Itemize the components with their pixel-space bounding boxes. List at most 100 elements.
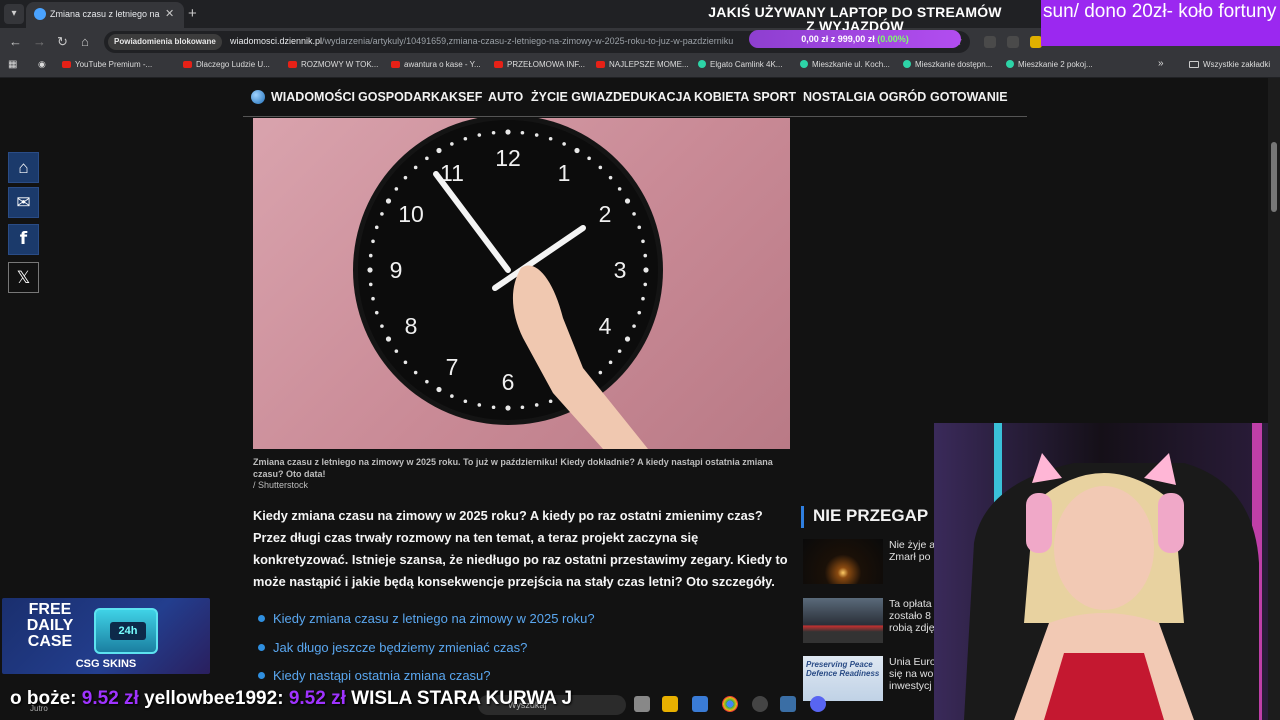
clock-tick [562, 142, 566, 146]
toc-link-2[interactable]: Jak długo jeszcze będziemy zmieniać czas… [258, 640, 527, 655]
back-icon[interactable]: ← [9, 34, 22, 49]
site-icon [1006, 60, 1014, 68]
stream-goal-percent: (0.00%) [877, 34, 909, 44]
clock-tick [491, 130, 496, 135]
clock-tick [380, 212, 384, 216]
clock-tick [624, 198, 631, 204]
bullet-icon [258, 672, 265, 679]
clock-numeral: 8 [405, 313, 418, 339]
clock-tick [436, 147, 442, 154]
case-ad-text: FREE DAILY CASE [26, 601, 74, 650]
stream-goal-title: JAKIŚ UŻYWANY LAPTOP DO STREAMÓW Z WYJAZ… [708, 4, 1002, 34]
traffic-camera-thumbnail[interactable] [803, 598, 883, 643]
clock-tick [617, 349, 622, 353]
clock-tick [608, 175, 613, 180]
bookmark-item[interactable]: Mieszkanie ul. Koch... [800, 60, 890, 74]
bookmark-item[interactable]: YouTube Premium -... [62, 60, 152, 74]
bookmark-label: Elgato Camlink 4K... [710, 60, 783, 69]
chrome-icon[interactable]: ◉ [38, 59, 46, 73]
clock-tick [413, 370, 418, 375]
candle-thumbnail[interactable] [803, 539, 883, 584]
bookmark-label: awantura o kase - Y... [404, 60, 481, 69]
reload-icon[interactable]: ↻ [57, 34, 68, 50]
bookmark-label: PRZEŁOMOWA INF... [507, 60, 585, 69]
home-icon[interactable]: ⌂ [81, 34, 89, 49]
bookmark-item[interactable]: ROZMOWY W TOK... [288, 60, 378, 74]
clock-tick [574, 147, 580, 154]
clock-tick [598, 370, 603, 375]
nav-item-ogrod[interactable]: OGRÓD [879, 90, 926, 104]
forward-icon[interactable]: → [33, 34, 46, 49]
stream-goal-amount: 0,00 zł z 999,00 zł [801, 34, 875, 44]
clock-tick [463, 399, 468, 404]
csgoskins-ad: FREE DAILY CASE 24h CSG SKINS [2, 598, 210, 674]
clock-tick [641, 296, 645, 301]
site-navigation: WIADOMOŚCI GOSPODARKA KSEF AUTO ŻYCIE GW… [243, 78, 1027, 117]
clock-tick [637, 225, 642, 230]
clock-tick [413, 165, 418, 170]
site-favicon-icon [34, 8, 46, 20]
email-share-button[interactable]: ✉ [8, 187, 39, 218]
tab-search-chevron-icon[interactable]: ▾ [4, 4, 24, 24]
nav-item-nostalgia[interactable]: NOSTALGIA [803, 90, 876, 104]
all-bookmarks-folder[interactable]: Wszystkie zakładki [1189, 60, 1270, 74]
clock-tick [587, 156, 591, 161]
nav-item-kobieta[interactable]: KOBIETA [694, 90, 749, 104]
clock-tick [491, 405, 496, 410]
globe-logo-icon[interactable] [251, 90, 265, 104]
clock-numeral: 3 [614, 257, 627, 283]
nav-item-gotowanie[interactable]: GOTOWANIE [930, 90, 1008, 104]
more-bookmarks-chevron-icon[interactable]: » [1158, 58, 1164, 72]
chat-amount: 9.52 zł [288, 688, 346, 709]
nav-item-auto[interactable]: AUTO [488, 90, 523, 104]
bookmark-label: YouTube Premium -... [75, 60, 153, 69]
bookmark-item[interactable]: PRZEŁOMOWA INF... [494, 60, 585, 74]
nav-item-edukacja[interactable]: EDUKACJA [622, 90, 691, 104]
home-share-button[interactable]: ⌂ [8, 152, 39, 183]
clock-tick [624, 336, 631, 342]
bookmark-label: ROZMOWY W TOK... [301, 60, 379, 69]
stream-goal-progress-bar: 0,00 zł z 999,00 zł (0.00%) [749, 30, 961, 48]
clock-numeral: 4 [599, 313, 612, 339]
headphone-left [1026, 493, 1052, 553]
page-scrollbar[interactable] [1268, 78, 1280, 720]
chat-prefix: o boże: [10, 688, 77, 709]
clock-tick [632, 212, 636, 216]
bookmark-item[interactable]: Mieszkanie dostępn... [903, 60, 992, 74]
toc-link-3[interactable]: Kiedy nastąpi ostatnia zmiana czasu? [258, 668, 491, 683]
sidebar-item-text[interactable]: Ta opłata zostało 8 robią zdję [889, 598, 937, 634]
clock-tick [643, 267, 649, 273]
nav-item-wiadomosci[interactable]: WIADOMOŚCI [271, 90, 355, 104]
x-logo-icon: 𝕏 [16, 268, 31, 287]
bookmark-label: Mieszkanie 2 pokoj... [1018, 60, 1093, 69]
apps-grid-icon[interactable]: ▦ [8, 59, 17, 73]
close-tab-icon[interactable]: ✕ [165, 7, 174, 20]
image-source: / Shutterstock [253, 480, 309, 490]
facebook-share-button[interactable]: f [8, 224, 39, 255]
bookmark-item[interactable]: Dlaczego Ludzie U... [183, 60, 270, 74]
sidebar-heading: NIE PRZEGAP [801, 506, 941, 528]
clock-tick [374, 225, 379, 230]
bookmark-item[interactable]: awantura o kase - Y... [391, 60, 481, 74]
notifications-blocked-chip[interactable]: Powiadomienia blokowane [108, 34, 222, 50]
toc-link-1[interactable]: Kiedy zmiana czasu z letniego na zimowy … [258, 611, 595, 626]
notifications-blocked-label: Powiadomienia blokowane [114, 37, 216, 46]
face [1054, 486, 1154, 610]
new-tab-icon[interactable]: + [188, 5, 197, 22]
clock-tick [477, 403, 482, 407]
clock-tick [367, 267, 373, 273]
scroll-thumb[interactable] [1271, 142, 1277, 212]
sidebar-item-text[interactable]: Nie żyje a Zmarł po [889, 539, 937, 563]
bookmark-item[interactable]: NAJLEPSZE MOME... [596, 60, 689, 74]
extension-icon[interactable] [1007, 36, 1019, 48]
nav-item-sport[interactable]: SPORT [753, 90, 796, 104]
bookmark-item[interactable]: Mieszkanie 2 pokoj... [1006, 60, 1093, 74]
nav-item-ksef[interactable]: KSEF [449, 90, 482, 104]
x-share-button[interactable]: 𝕏 [8, 262, 39, 293]
chat-ticker: o boże: 9.52 zł yellowbee1992: 9.52 zł W… [0, 686, 934, 720]
nav-item-zycie-gwiazd[interactable]: ŻYCIE GWIAZD [531, 90, 622, 104]
browser-tab[interactable]: Zmiana czasu z letniego na zimowy w 2025… [26, 2, 184, 28]
nav-item-gospodarka[interactable]: GOSPODARKA [358, 90, 449, 104]
bookmark-item[interactable]: Elgato Camlink 4K... [698, 60, 782, 74]
clock-tick [368, 253, 373, 258]
